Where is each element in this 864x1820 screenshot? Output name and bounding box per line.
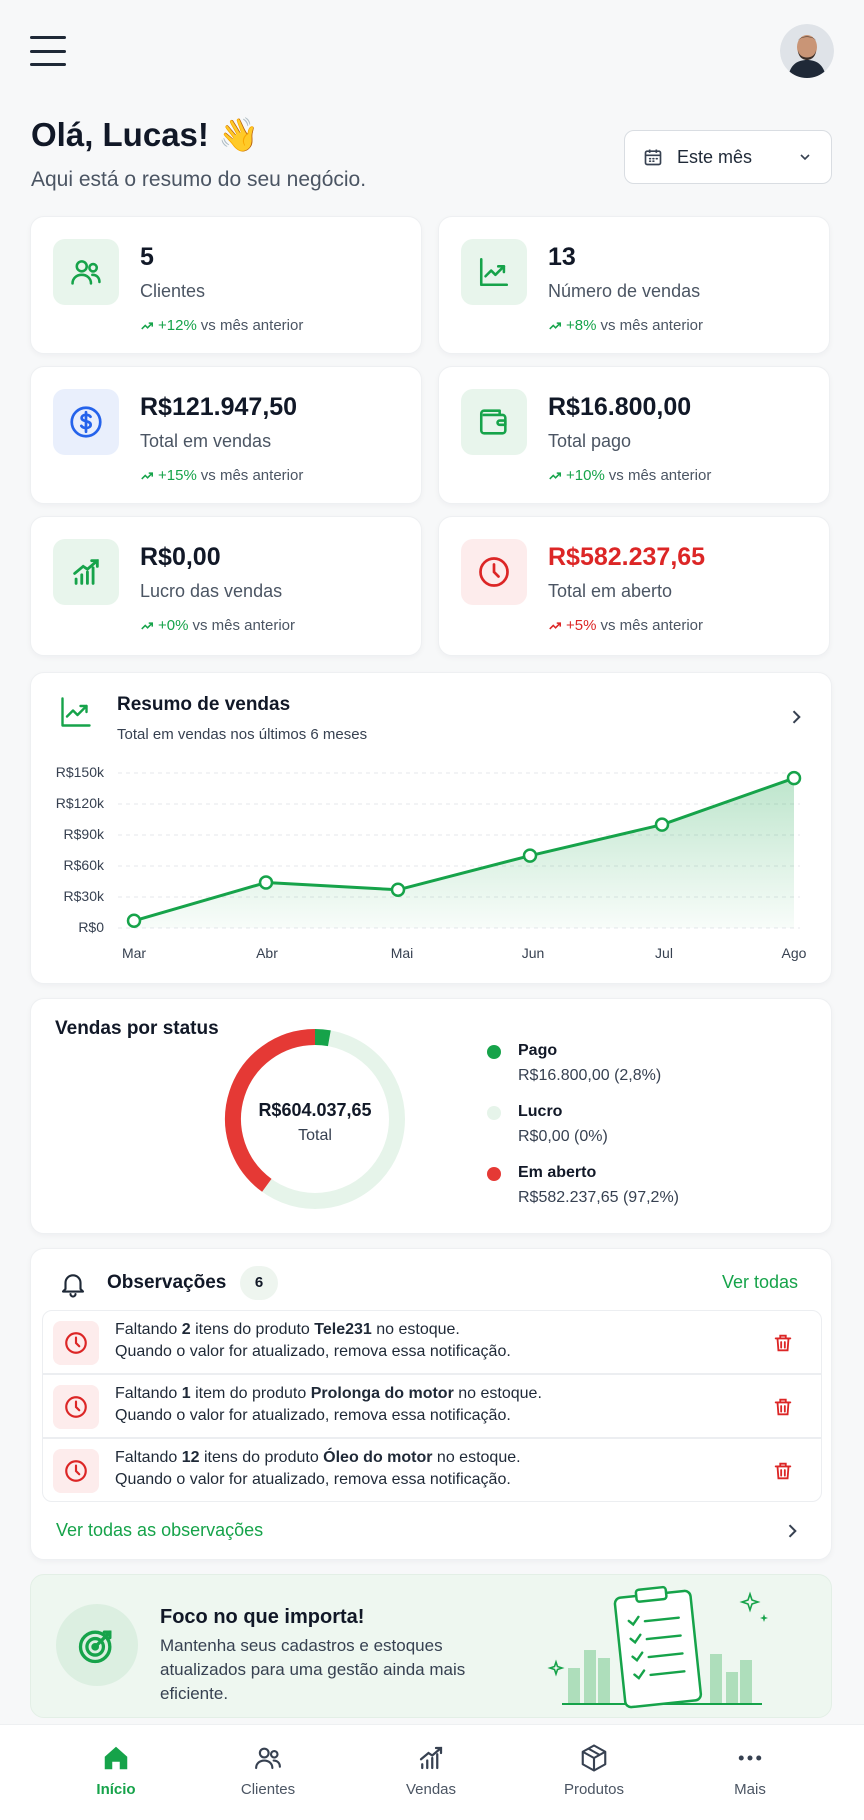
- nav-item-clientes[interactable]: Clientes: [208, 1743, 328, 1798]
- see-all-observations-link[interactable]: Ver todas as observações: [56, 1520, 263, 1541]
- observation-text: Faltando 1 item do produto Prolonga do m…: [115, 1383, 542, 1427]
- bell-icon: [61, 1274, 85, 1298]
- obs-text-part: Faltando: [115, 1449, 182, 1466]
- obs-text-part: itens do produto: [199, 1449, 324, 1466]
- data-point[interactable]: [258, 875, 274, 890]
- nav-item-vendas[interactable]: Vendas: [371, 1743, 491, 1798]
- see-all-link[interactable]: Ver todas: [722, 1272, 798, 1293]
- nav-label: Início: [96, 1781, 136, 1798]
- data-point[interactable]: [786, 770, 802, 786]
- trash-icon: [774, 1334, 792, 1352]
- observation-text: Faltando 2 itens do produto Tele231 no e…: [115, 1319, 511, 1363]
- nav-item-inicio[interactable]: Início: [56, 1743, 176, 1798]
- obs-line2: Quando o valor for atualizado, remova es…: [115, 1343, 511, 1360]
- obs-qty: 1: [181, 1385, 191, 1402]
- obs-line2: Quando o valor for atualizado, remova es…: [115, 1471, 511, 1488]
- clock-icon: [53, 1321, 99, 1365]
- clock-icon: [53, 1385, 99, 1429]
- data-point[interactable]: [390, 882, 406, 898]
- more-icon: [738, 1755, 762, 1761]
- donut-total-value: R$604.037,65: [258, 1100, 372, 1120]
- data-point[interactable]: [126, 913, 142, 929]
- series-area: [134, 778, 794, 928]
- nav-item-mais[interactable]: Mais: [690, 1743, 810, 1798]
- legend-value: R$582.237,65 (97,2%): [518, 1189, 679, 1206]
- trash-icon: [774, 1398, 792, 1416]
- obs-text-part: Faltando: [115, 1321, 182, 1338]
- nav-label: Produtos: [563, 1781, 625, 1798]
- delete-button[interactable]: [769, 1393, 797, 1421]
- obs-text-part: Faltando: [115, 1385, 182, 1402]
- legend-value: R$16.800,00 (2,8%): [518, 1067, 662, 1084]
- sales-line-chart: [118, 770, 802, 929]
- obs-text-part: no estoque.: [453, 1385, 542, 1402]
- obs-qty: 12: [181, 1449, 200, 1466]
- delete-button[interactable]: [769, 1457, 797, 1485]
- observation-item: Faltando 12 itens do produto Óleo do mot…: [42, 1438, 822, 1502]
- clipboard-illustration: [547, 1585, 768, 1709]
- trash-icon: [774, 1462, 792, 1480]
- nav-item-produtos[interactable]: Produtos: [534, 1743, 654, 1798]
- chevron-right-icon[interactable]: [782, 1520, 802, 1542]
- clock-icon: [53, 1449, 99, 1493]
- obs-product: Tele231: [314, 1321, 372, 1338]
- observations-count-badge: 6: [240, 1266, 278, 1300]
- bar-chart-icon: [419, 1746, 443, 1770]
- nav-label: Mais: [734, 1781, 766, 1798]
- obs-product: Prolonga do motor: [310, 1385, 454, 1402]
- home-icon: [104, 1746, 128, 1770]
- nav-label: Clientes: [240, 1781, 296, 1798]
- legend-dot-lucro: [487, 1106, 501, 1120]
- legend-name: Lucro: [518, 1103, 563, 1120]
- observation-text: Faltando 12 itens do produto Óleo do mot…: [115, 1447, 521, 1491]
- donut-total-label: Total: [298, 1127, 332, 1144]
- observations-title: Observações: [107, 1272, 227, 1293]
- legend-dot-em-aberto: [487, 1167, 501, 1181]
- obs-text-part: itens do produto: [190, 1321, 315, 1338]
- obs-text-part: item do produto: [190, 1385, 311, 1402]
- obs-product: Óleo do motor: [323, 1449, 433, 1466]
- box-icon: [581, 1744, 607, 1772]
- legend-value: R$0,00 (0%): [518, 1128, 608, 1145]
- legend-name: Em aberto: [518, 1164, 597, 1181]
- focus-text: Mantenha seus cadastros e estoques atual…: [160, 1636, 466, 1703]
- focus-title: Foco no que importa!: [160, 1606, 365, 1628]
- obs-line2: Quando o valor for atualizado, remova es…: [115, 1407, 511, 1424]
- obs-text-part: no estoque.: [432, 1449, 521, 1466]
- nav-label: Vendas: [405, 1781, 457, 1798]
- obs-text-part: no estoque.: [371, 1321, 460, 1338]
- observation-item: Faltando 1 item do produto Prolonga do m…: [42, 1374, 822, 1438]
- legend-name: Pago: [518, 1042, 558, 1059]
- delete-button[interactable]: [769, 1329, 797, 1357]
- users-icon: [255, 1747, 281, 1770]
- observation-item: Faltando 2 itens do produto Tele231 no e…: [42, 1310, 822, 1374]
- obs-qty: 2: [181, 1321, 191, 1338]
- target-icon: [56, 1604, 138, 1686]
- donut-slice-pago: [314, 1029, 331, 1047]
- legend-dot-pago: [487, 1045, 501, 1059]
- data-point[interactable]: [522, 848, 538, 863]
- status-title: Vendas por status: [55, 1018, 219, 1039]
- bottom-nav: Início Clientes Vendas Produtos Mais: [0, 1724, 864, 1820]
- data-point[interactable]: [654, 817, 670, 832]
